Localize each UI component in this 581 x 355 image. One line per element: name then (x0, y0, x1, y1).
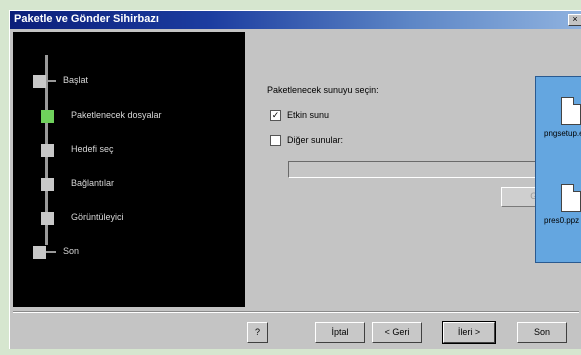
step-viewer: Görüntüleyici (33, 211, 243, 227)
step-label: Paketlenecek dosyalar (71, 110, 162, 120)
document-icon[interactable] (561, 97, 581, 125)
wizard-window: Paketle ve Gönder Sihirbazı × Başlat Pak… (9, 10, 581, 349)
step-label: Bağlantılar (71, 178, 115, 188)
step-marker-icon (41, 178, 54, 191)
page-fold (573, 184, 581, 192)
button-separator (13, 311, 579, 313)
back-button[interactable]: < Geri (372, 322, 422, 343)
step-marker-icon (41, 110, 54, 123)
finish-button[interactable]: Son (517, 322, 567, 343)
content-pane: Paketlenecek sunuyu seçin: ✓ Etkin sunu … (246, 32, 581, 307)
step-marker-icon (41, 212, 54, 225)
step-marker-icon (41, 144, 54, 157)
step-marker-icon (33, 75, 46, 88)
step-finish: Son (33, 245, 243, 261)
step-destination: Hedefi seç (33, 143, 243, 159)
step-label: Hedefi seç (71, 144, 114, 154)
page-fold (573, 97, 581, 105)
step-connector (46, 80, 56, 82)
window-title: Paketle ve Gönder Sihirbazı (14, 13, 159, 25)
next-button[interactable]: İleri > (442, 321, 496, 344)
close-button[interactable]: × (568, 14, 581, 26)
other-presentations-checkbox[interactable] (270, 135, 281, 146)
help-button[interactable]: ? (247, 322, 268, 343)
step-files: Paketlenecek dosyalar (33, 109, 243, 125)
other-presentations-label[interactable]: Diğer sunular: (287, 135, 343, 145)
step-connector (46, 251, 56, 253)
step-label: Görüntüleyici (71, 212, 124, 222)
section-heading: Paketlenecek sunuyu seçin: (267, 85, 379, 95)
document-icon[interactable] (561, 184, 581, 212)
active-presentation-checkbox[interactable]: ✓ (270, 110, 281, 121)
step-label: Son (63, 246, 80, 256)
step-start: Başlat (33, 74, 243, 90)
screenshot-frame: Paketle ve Gönder Sihirbazı × Başlat Pak… (0, 0, 581, 355)
step-marker-icon (33, 246, 46, 259)
step-links: Bağlantılar (33, 177, 243, 193)
file-label-setup[interactable]: pngsetup.exe (544, 129, 581, 138)
file-label-presentation[interactable]: pres0.ppz (544, 216, 579, 225)
steps-panel: Başlat Paketlenecek dosyalar Hedefi seç … (13, 32, 245, 307)
cancel-button[interactable]: İptal (315, 322, 365, 343)
title-bar[interactable]: Paketle ve Gönder Sihirbazı × (10, 11, 581, 29)
step-label: Başlat (63, 75, 89, 85)
active-presentation-label[interactable]: Etkin sunu (287, 110, 329, 120)
file-icons-overlay: pngsetup.exe pres0.ppz (535, 76, 581, 263)
